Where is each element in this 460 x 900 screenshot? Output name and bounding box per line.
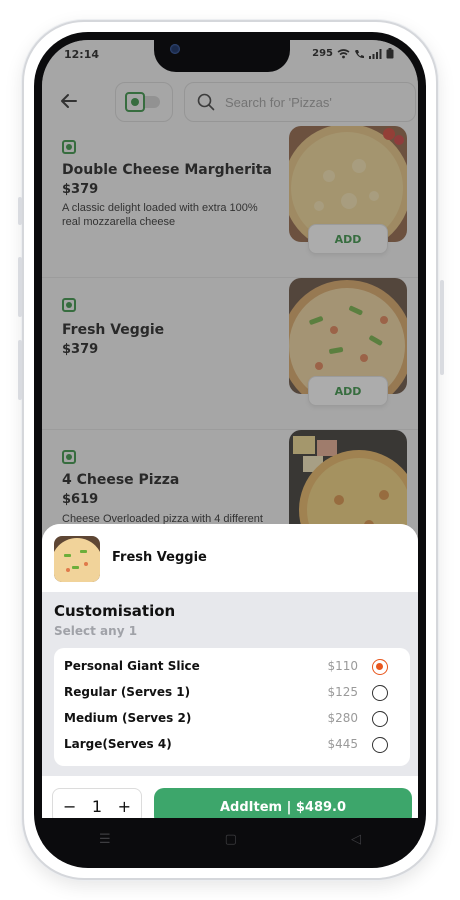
- option-large[interactable]: Large(Serves 4) $445: [54, 732, 410, 758]
- system-nav-bar: ☰ ▢ ◁: [42, 818, 418, 860]
- camera-icon: [170, 44, 180, 54]
- option-price: $445: [327, 737, 358, 751]
- quantity-value: 1: [91, 796, 103, 816]
- options-list: Personal Giant Slice $110 Regular (Serve…: [54, 648, 410, 766]
- pizza-thumbnail: [54, 536, 100, 582]
- home-icon[interactable]: ▢: [225, 832, 237, 847]
- option-price: $280: [327, 711, 358, 725]
- radio-unselected[interactable]: [372, 737, 388, 753]
- customisation-sheet: Fresh Veggie Customisation Select any 1 …: [42, 524, 418, 860]
- plus-button[interactable]: +: [118, 797, 131, 816]
- radio-unselected[interactable]: [372, 711, 388, 727]
- option-personal-giant-slice[interactable]: Personal Giant Slice $110: [54, 654, 410, 680]
- minus-button[interactable]: −: [63, 797, 76, 816]
- customisation-section: Customisation Select any 1 Personal Gian…: [42, 592, 418, 776]
- option-price: $125: [327, 685, 358, 699]
- option-name: Large(Serves 4): [64, 737, 172, 751]
- option-regular[interactable]: Regular (Serves 1) $125: [54, 680, 410, 706]
- camera-notch: [154, 32, 290, 72]
- power-button: [440, 280, 444, 375]
- customisation-subtitle: Select any 1: [54, 624, 138, 638]
- volume-down-button: [18, 340, 22, 400]
- phone-bezel: 12:14 295 Search for 'Pizzas' Double Che…: [34, 32, 426, 868]
- option-name: Regular (Serves 1): [64, 685, 191, 699]
- back-icon[interactable]: ◁: [351, 832, 361, 847]
- radio-unselected[interactable]: [372, 685, 388, 701]
- mute-switch: [18, 197, 22, 225]
- option-name: Medium (Serves 2): [64, 711, 192, 725]
- option-name: Personal Giant Slice: [64, 659, 200, 673]
- radio-selected[interactable]: [372, 659, 388, 675]
- option-medium[interactable]: Medium (Serves 2) $280: [54, 706, 410, 732]
- phone-frame: 12:14 295 Search for 'Pizzas' Double Che…: [18, 20, 444, 880]
- sheet-header: Fresh Veggie: [42, 524, 418, 592]
- sheet-title: Fresh Veggie: [112, 550, 207, 565]
- volume-up-button: [18, 257, 22, 317]
- option-price: $110: [327, 659, 358, 673]
- screen: 12:14 295 Search for 'Pizzas' Double Che…: [42, 40, 418, 860]
- menu-icon[interactable]: ☰: [99, 832, 111, 847]
- customisation-title: Customisation: [54, 602, 176, 620]
